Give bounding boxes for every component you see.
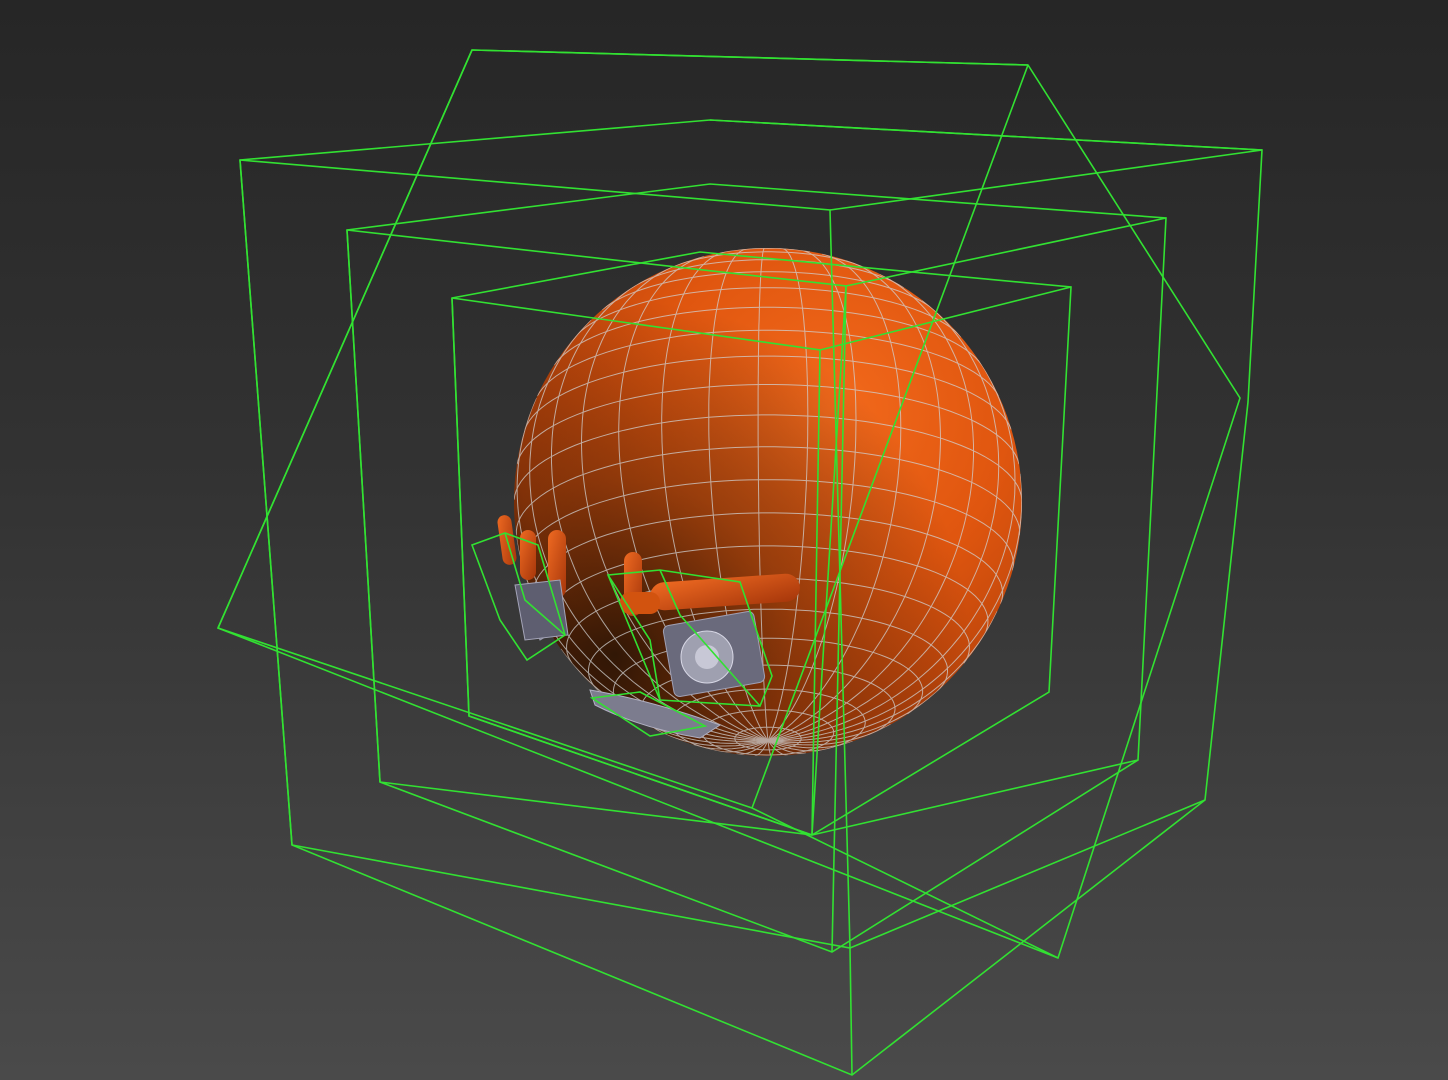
viewport-scene[interactable] [0,0,1448,1080]
orange-sphere-mesh[interactable] [514,248,1022,756]
3d-viewport[interactable] [0,0,1448,1080]
